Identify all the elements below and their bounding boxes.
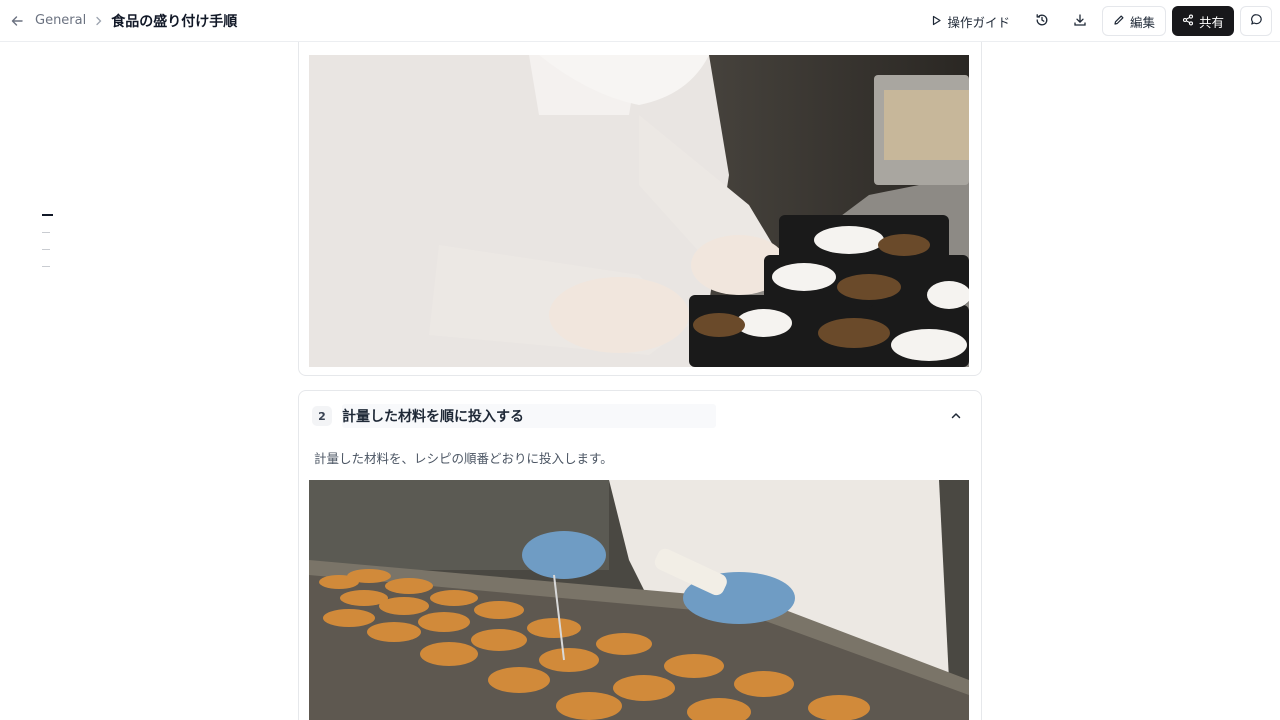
step-card-2: 2 計量した材料を順に投入する 計量した材料を、レシピの順番どおりに投入します。 (298, 390, 982, 720)
top-bar: General 食品の盛り付け手順 操作ガイド 編集 共有 (0, 0, 1280, 42)
history-button[interactable] (1026, 6, 1058, 36)
step-title-field[interactable]: 計量した材料を順に投入する (342, 404, 716, 428)
page-title: 食品の盛り付け手順 (111, 13, 238, 30)
collapse-button[interactable] (945, 405, 967, 427)
chevron-right-icon (95, 16, 103, 26)
comment-icon (1250, 13, 1263, 29)
edit-label: 編集 (1129, 14, 1155, 30)
edit-button[interactable]: 編集 (1101, 6, 1166, 36)
step-nav-marker-1[interactable] (42, 214, 53, 216)
comment-button[interactable] (1240, 6, 1272, 36)
chevron-up-icon (950, 407, 962, 426)
step-navigation (42, 214, 53, 267)
step-1-photo (309, 55, 969, 367)
step-number-badge: 2 (312, 406, 332, 426)
share-button[interactable]: 共有 (1171, 6, 1234, 36)
history-icon (1035, 13, 1049, 30)
download-icon (1073, 13, 1087, 30)
share-label: 共有 (1198, 14, 1224, 30)
breadcrumb-general[interactable]: General (35, 13, 86, 28)
operation-guide-button[interactable]: 操作ガイド (921, 6, 1020, 36)
step-nav-marker-2[interactable] (42, 232, 50, 233)
step-nav-marker-3[interactable] (42, 249, 50, 250)
step-card-1 (298, 0, 982, 376)
back-arrow-icon[interactable] (5, 9, 29, 33)
step-nav-marker-4[interactable] (42, 266, 50, 267)
step-2-photo (309, 480, 969, 720)
step-2-title: 計量した材料を順に投入する (342, 409, 524, 425)
download-button[interactable] (1064, 6, 1096, 36)
operation-guide-label: 操作ガイド (947, 14, 1010, 30)
step-2-description: 計量した材料を、レシピの順番どおりに投入します。 (314, 451, 613, 466)
step-2-header: 2 計量した材料を順に投入する (312, 404, 716, 428)
share-icon (1182, 14, 1194, 29)
play-icon (931, 14, 942, 29)
pencil-icon (1113, 14, 1125, 29)
